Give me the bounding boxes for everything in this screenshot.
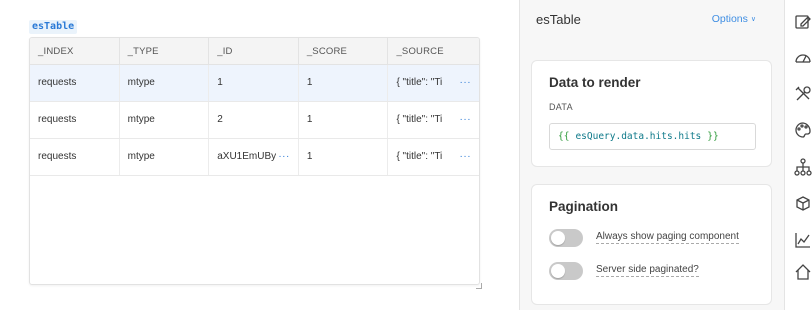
expand-cell-button[interactable]: ··· — [460, 139, 472, 175]
data-binding-input[interactable]: {{ esQuery.data.hits.hits}} — [549, 123, 756, 150]
column-header-index[interactable]: _INDEX — [30, 38, 120, 64]
data-to-render-card: Data to render DATA {{ esQuery.data.hits.… — [531, 60, 772, 167]
home-icon[interactable] — [793, 262, 812, 282]
cell-score: 1 — [299, 65, 389, 101]
data-field-label: DATA — [549, 102, 573, 112]
cell-id-text: aXU1EmUBy — [217, 151, 277, 162]
cell-type: mtype — [120, 65, 210, 101]
table-row[interactable]: requests mtype aXU1EmUBy ··· 1 { "title"… — [30, 139, 479, 176]
cell-index: requests — [30, 102, 120, 138]
cell-source: { "title": "Ti ··· — [388, 65, 479, 101]
card-title: Data to render — [549, 75, 641, 90]
cell-source-text: { "title": "Ti — [396, 77, 443, 88]
edit-icon[interactable] — [793, 12, 812, 32]
inspector-panel: esTable Options ∨ Data to render DATA {{ e… — [519, 0, 784, 310]
inspector-header: esTable Options ∨ — [520, 0, 784, 40]
expand-cell-button[interactable]: ··· — [460, 102, 472, 138]
line-chart-icon[interactable] — [793, 230, 812, 250]
toggle-label: Server side paginated? — [596, 264, 699, 277]
inspector-title: esTable — [536, 12, 581, 27]
es-table[interactable]: _INDEX _TYPE _ID _SCORE _SOURCE requests… — [29, 37, 480, 285]
toggle-knob — [551, 231, 565, 245]
expand-cell-button[interactable]: ··· — [278, 139, 290, 175]
cell-id: aXU1EmUBy ··· — [209, 139, 299, 175]
close-brace: }} — [707, 131, 719, 142]
palette-icon[interactable] — [793, 120, 812, 140]
component-name-tag[interactable]: esTable — [29, 20, 78, 34]
open-brace: {{ — [558, 131, 570, 142]
cell-index: requests — [30, 65, 120, 101]
column-header-id[interactable]: _ID — [209, 38, 299, 64]
card-title: Pagination — [549, 199, 619, 214]
toggle-label: Always show paging component — [596, 231, 739, 244]
cube-icon[interactable] — [793, 194, 812, 214]
pagination-card: Pagination Always show paging component … — [531, 184, 772, 305]
cell-index: requests — [30, 139, 120, 175]
cell-source: { "title": "Ti ··· — [388, 139, 479, 175]
options-dropdown[interactable]: Options ∨ — [712, 13, 756, 25]
table-row[interactable]: requests mtype 2 1 { "title": "Ti ··· — [30, 102, 479, 139]
cell-type: mtype — [120, 139, 210, 175]
binding-expression: esQuery.data.hits.hits — [575, 131, 702, 142]
always-show-paging-toggle[interactable] — [549, 229, 583, 247]
resize-handle[interactable] — [476, 283, 482, 289]
hierarchy-icon[interactable] — [793, 157, 812, 177]
canvas: esTable _INDEX _TYPE _ID _SCORE _SOURCE … — [0, 0, 519, 310]
options-label: Options — [711, 13, 748, 25]
gauge-icon[interactable] — [793, 48, 812, 68]
column-header-source[interactable]: _SOURCE — [388, 38, 479, 64]
server-side-paginated-toggle[interactable] — [549, 262, 583, 280]
tools-icon[interactable] — [793, 84, 812, 104]
cell-source-text: { "title": "Ti — [396, 114, 443, 125]
chevron-down-icon: ∨ — [750, 16, 756, 23]
cell-id: 2 — [209, 102, 299, 138]
cell-score: 1 — [299, 139, 389, 175]
toggle-knob — [551, 264, 565, 278]
cell-type: mtype — [120, 102, 210, 138]
table-row[interactable]: requests mtype 1 1 { "title": "Ti ··· — [30, 65, 479, 102]
cell-score: 1 — [299, 102, 389, 138]
cell-source: { "title": "Ti ··· — [388, 102, 479, 138]
cell-id: 1 — [209, 65, 299, 101]
expand-cell-button[interactable]: ··· — [460, 65, 472, 101]
column-header-score[interactable]: _SCORE — [299, 38, 389, 64]
column-header-type[interactable]: _TYPE — [120, 38, 210, 64]
table-header: _INDEX _TYPE _ID _SCORE _SOURCE — [30, 38, 479, 65]
widget-rail — [784, 0, 812, 310]
cell-source-text: { "title": "Ti — [396, 151, 443, 162]
